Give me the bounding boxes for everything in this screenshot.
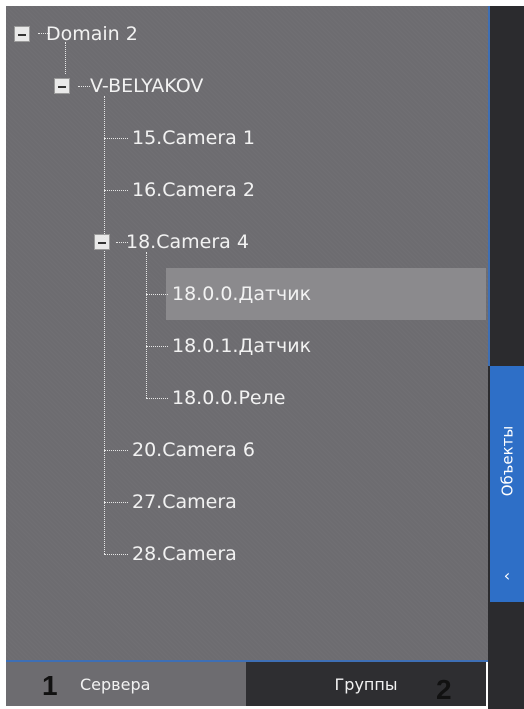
tree-node-label: 20.Camera 6 [132,439,255,461]
tree-node-label: 18.0.0.Датчик [172,283,312,305]
tree-node-label: V-BELYAKOV [90,75,204,97]
tree-node-label: 16.Camera 2 [132,179,255,201]
callout-marker-2: 2 [436,674,452,705]
tree-node-camera[interactable]: 27.Camera [132,488,237,516]
panel-divider [488,6,490,366]
connector-line [104,450,128,451]
tree-node-camera[interactable]: 20.Camera 6 [132,436,255,464]
connector-line [146,252,147,398]
collapse-icon[interactable] [14,26,30,42]
tree-node-camera[interactable]: 16.Camera 2 [132,176,255,204]
tree-node-server[interactable]: V-BELYAKOV [54,72,203,100]
objects-tab-label-wrap: Объекты [490,366,524,556]
tree-node-sensor-selected[interactable]: 18.0.0.Датчик [172,280,311,308]
tree-node-relay[interactable]: 18.0.0.Реле [172,384,285,412]
tab-servers-label: Сервера [80,674,151,694]
connector-line [104,138,128,139]
connector-line [146,346,168,347]
connector-line [104,190,128,191]
tree-node-label: 28.Camera [132,543,237,565]
tree-node-label: Domain 2 [46,23,138,45]
tree-node-label: 18.0.1.Датчик [172,335,312,357]
callout-marker-1: 1 [42,670,58,701]
chevron-left-icon[interactable]: ‹ [490,566,524,585]
tree-node-label: 15.Camera 1 [132,127,255,149]
connector-line [146,294,168,295]
connector-line [146,398,168,399]
collapse-icon[interactable] [54,78,70,94]
objects-tab-label: Объекты [498,425,516,497]
tree-node-camera-expanded[interactable]: 18.Camera 4 [94,228,249,256]
connector-line [104,96,105,554]
connector-line [104,502,128,503]
tree-node-label: 27.Camera [132,491,237,513]
collapse-icon[interactable] [94,234,110,250]
tree-node-camera[interactable]: 28.Camera [132,540,237,568]
tree-node-domain[interactable]: Domain 2 [14,20,138,48]
tree-node-label: 18.Camera 4 [126,231,249,253]
objects-panel-tab[interactable]: Объекты ‹ [490,366,524,602]
tree-node-label: 18.0.0.Реле [172,387,286,409]
connector-line [104,554,128,555]
tree-node-camera[interactable]: 15.Camera 1 [132,124,255,152]
tab-groups-label: Группы [334,674,398,694]
tree-node-sensor[interactable]: 18.0.1.Датчик [172,332,311,360]
side-panel-strip [488,6,524,709]
